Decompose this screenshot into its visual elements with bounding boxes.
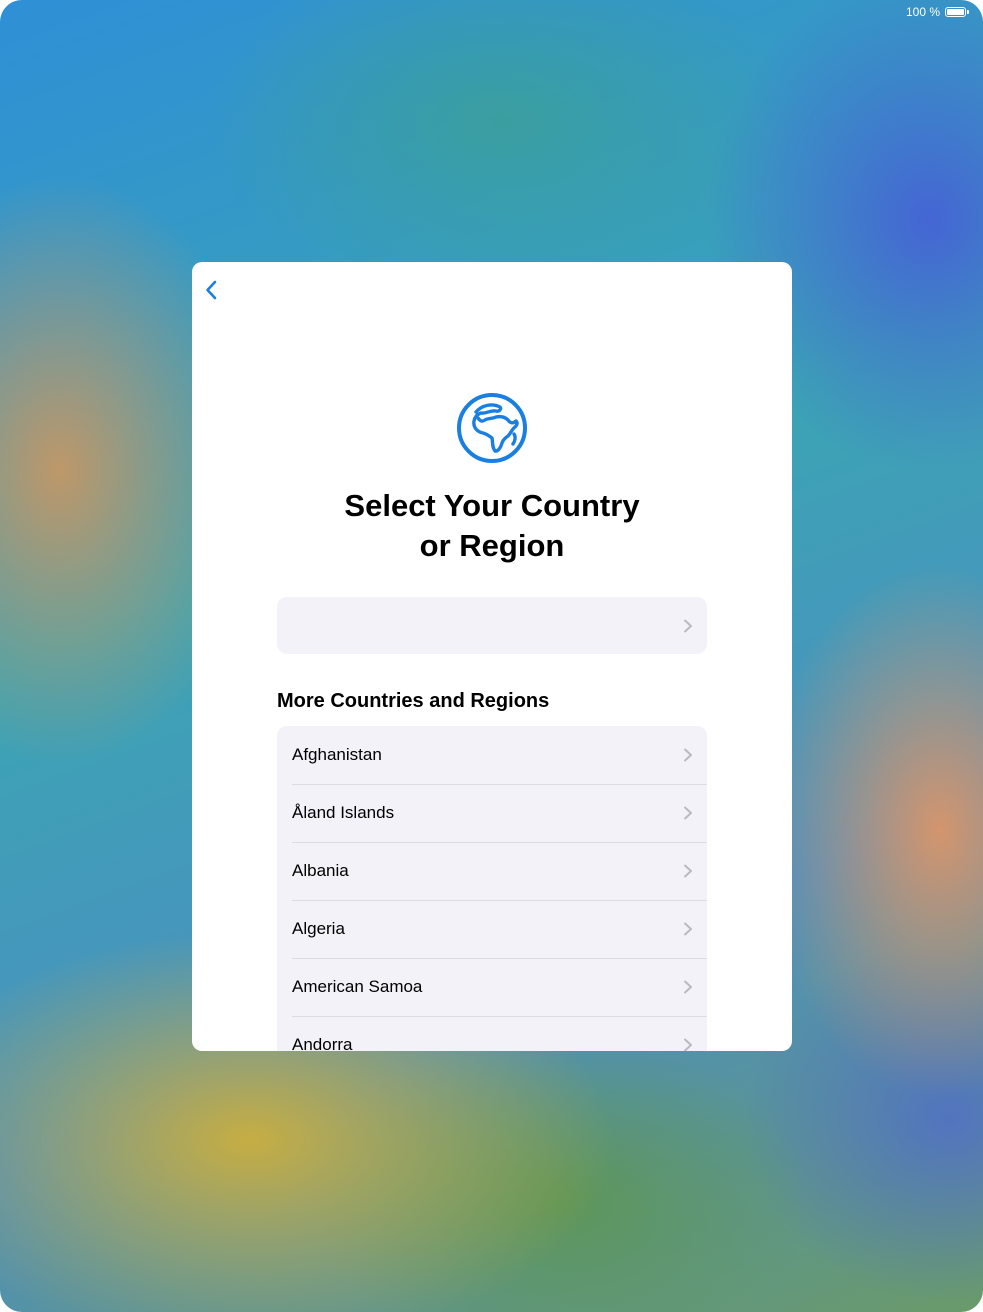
chevron-right-icon <box>684 619 692 632</box>
chevron-right-icon <box>684 748 692 762</box>
country-label: Afghanistan <box>292 745 382 764</box>
country-row-afghanistan[interactable]: Afghanistan <box>277 726 707 784</box>
page-title: Select Your Country or Region <box>192 486 792 566</box>
globe-africa-icon <box>457 393 527 463</box>
country-row-american-samoa[interactable]: American Samoa <box>277 958 707 1016</box>
battery-icon <box>945 7 966 17</box>
back-button[interactable] <box>200 278 224 302</box>
section-header: More Countries and Regions <box>277 690 550 712</box>
country-label: Andorra <box>292 1035 353 1051</box>
current-country-row[interactable] <box>277 597 707 654</box>
country-row-aland-islands[interactable]: Åland Islands <box>277 784 707 842</box>
chevron-right-icon <box>684 1038 692 1051</box>
chevron-right-icon <box>684 980 692 994</box>
battery-tip <box>967 10 969 14</box>
chevron-left-icon <box>206 280 217 300</box>
country-list: Afghanistan Åland Islands Albania Algeri… <box>277 726 707 1051</box>
battery-percentage: 100 % <box>905 5 940 19</box>
country-row-andorra[interactable]: Andorra <box>277 1016 707 1051</box>
country-row-algeria[interactable]: Algeria <box>277 900 707 958</box>
home-screen: 100 % Select Your Country or Region More… <box>0 0 983 1312</box>
setup-sheet: Select Your Country or Region More Count… <box>192 262 792 1051</box>
country-label: Algeria <box>292 919 345 938</box>
country-label: Åland Islands <box>292 803 395 822</box>
country-row-albania[interactable]: Albania <box>277 842 707 900</box>
country-label: Albania <box>292 861 349 880</box>
chevron-right-icon <box>684 806 692 820</box>
page-title-line-1: Select Your Country <box>344 488 640 523</box>
chevron-right-icon <box>684 864 692 878</box>
country-label: American Samoa <box>292 977 423 996</box>
chevron-right-icon <box>684 922 692 936</box>
page-title-line-2: or Region <box>419 528 565 563</box>
status-bar: 100 % <box>906 5 969 19</box>
